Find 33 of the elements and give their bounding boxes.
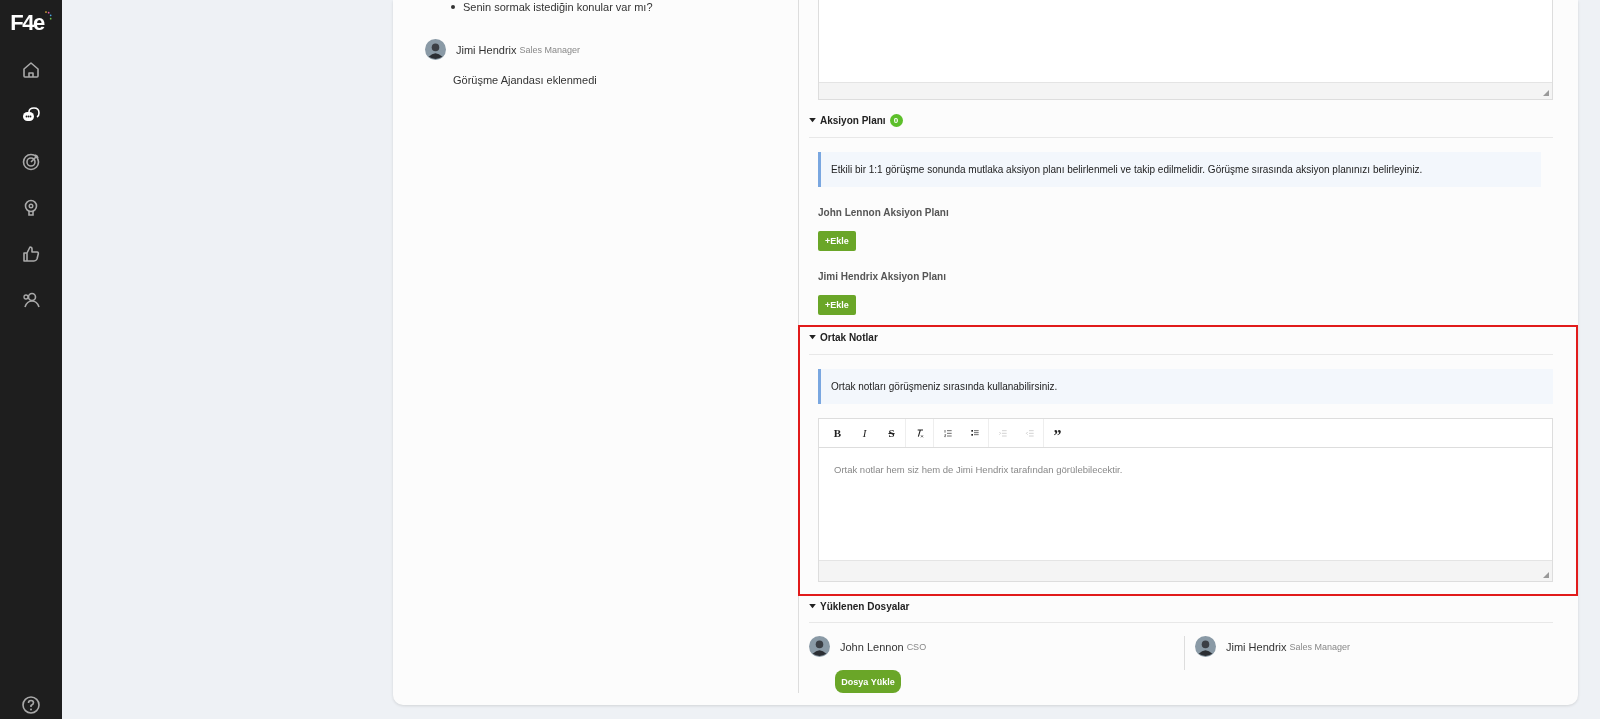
rich-text-editor[interactable]: B I S ” Ortak notlar hem siz hem de Jimi Hendrix tarafından görülebilecektir. — [818, 418, 1553, 582]
avatar — [425, 39, 446, 60]
people-icon[interactable] — [21, 290, 41, 310]
empty-agenda-text: Görüşme Ajandası eklenmedi — [453, 74, 598, 86]
agenda-text: Senin sormak istediğin konular var mı? — [463, 1, 653, 13]
plan-label: John Lennon Aksiyon Planı — [818, 207, 950, 220]
avatar — [1195, 636, 1216, 657]
person-name: Jimi Hendrix — [456, 43, 517, 56]
bullet-icon — [451, 5, 455, 9]
quote-button[interactable]: ” — [1044, 419, 1071, 447]
section-header[interactable]: Aksiyon Planı 0 — [809, 112, 1553, 128]
thumbs-up-icon[interactable] — [21, 244, 41, 264]
person-role: Sales Manager — [519, 44, 581, 55]
italic-button[interactable]: I — [851, 419, 878, 447]
target-icon[interactable] — [21, 152, 41, 172]
count-badge: 0 — [889, 113, 903, 127]
person-name: Jimi Hendrix — [1226, 640, 1287, 653]
person-name: John Lennon — [840, 640, 904, 653]
plan-label: Jimi Hendrix Aksiyon Planı — [818, 271, 947, 284]
home-icon[interactable] — [21, 60, 41, 80]
section-header[interactable]: Ortak Notlar — [809, 329, 1553, 345]
avatar — [809, 636, 830, 657]
person-role: Sales Manager — [1289, 641, 1351, 652]
info-box: Etkili bir 1:1 görüşme sonunda mutlaka aksiyon planı belirlenmeli ve takip edilmelidir. Görüşme sırasında aksiyon planınızı belirleyiniz. — [818, 152, 1541, 187]
help-icon[interactable] — [21, 695, 41, 715]
logo[interactable]: F4e — [10, 10, 52, 36]
resize-handle-icon[interactable] — [1543, 572, 1549, 578]
bold-button[interactable]: B — [824, 419, 851, 447]
resize-handle-icon[interactable] — [1543, 90, 1549, 96]
strikethrough-button[interactable]: S — [878, 419, 905, 447]
section-header[interactable]: Yüklenen Dosyalar — [809, 598, 1553, 614]
person-role: CSO — [906, 641, 927, 652]
info-box: Ortak notları görüşmeniz sırasında kullanabilirsiniz. — [818, 369, 1553, 404]
